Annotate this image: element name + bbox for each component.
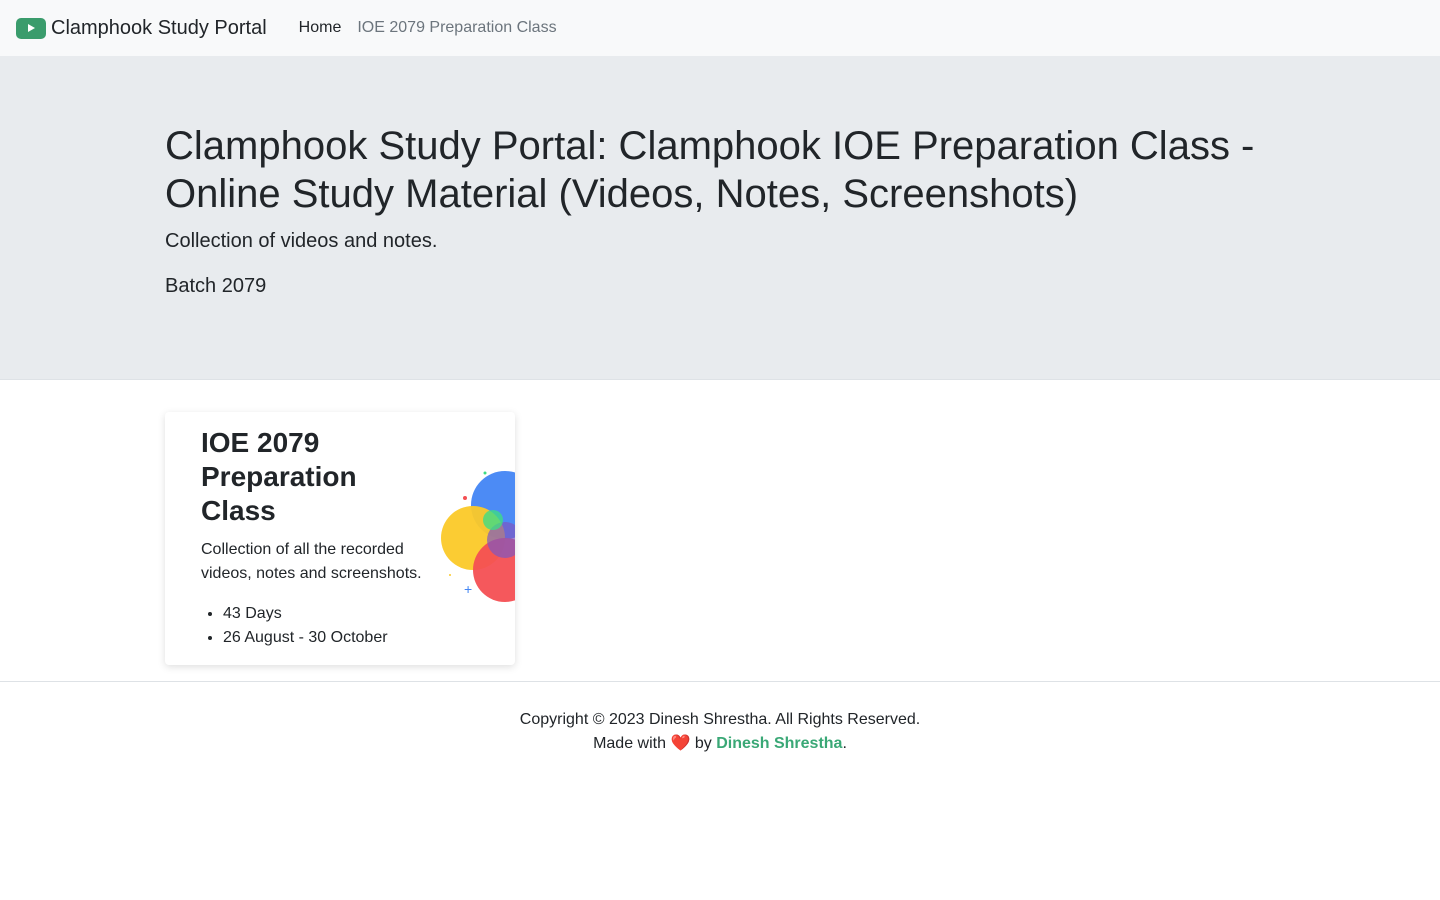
made-with-line: Made with ❤️ by Dinesh Shrestha. xyxy=(0,732,1440,756)
brand-link[interactable]: Clamphook Study Portal xyxy=(16,17,267,40)
card-title: IOE 2079 Preparation Class xyxy=(201,427,357,526)
hero-subtitle: Collection of videos and notes. xyxy=(165,230,438,252)
by-text: by xyxy=(694,735,712,752)
main-content: IOE 2079 Preparation Class Collection of… xyxy=(0,380,1440,665)
list-item: 43 Days xyxy=(223,602,431,626)
decorative-circles-illustration: + xyxy=(441,471,515,602)
nav-link-home[interactable]: Home xyxy=(291,19,350,37)
hero-section: Clamphook Study Portal: Clamphook IOE Pr… xyxy=(0,56,1440,380)
page-title: Clamphook Study Portal: Clamphook IOE Pr… xyxy=(165,124,1255,216)
svg-text:+: + xyxy=(464,581,472,597)
card-details-list: 43 Days 26 August - 30 October xyxy=(201,602,431,650)
footer-suffix: . xyxy=(842,735,847,752)
card-body: IOE 2079 Preparation Class Collection of… xyxy=(201,426,431,650)
list-item: 26 August - 30 October xyxy=(223,626,431,650)
course-card[interactable]: IOE 2079 Preparation Class Collection of… xyxy=(165,412,515,665)
navbar: Clamphook Study Portal Home IOE 2079 Pre… xyxy=(0,0,1440,56)
nav-links: Home IOE 2079 Preparation Class xyxy=(291,19,565,37)
nav-link-ioe-2079[interactable]: IOE 2079 Preparation Class xyxy=(349,19,564,37)
card-description: Collection of all the recorded videos, n… xyxy=(201,541,422,582)
youtube-play-icon xyxy=(16,17,46,39)
hero-batch: Batch 2079 xyxy=(165,275,267,297)
author-link[interactable]: Dinesh Shrestha xyxy=(716,735,842,752)
brand-name: Clamphook Study Portal xyxy=(51,16,267,39)
made-with-prefix: Made with xyxy=(593,735,666,752)
copyright-text: Copyright © 2023 Dinesh Shrestha. All Ri… xyxy=(519,711,921,728)
heart-icon: ❤️ xyxy=(670,735,691,752)
footer: Copyright © 2023 Dinesh Shrestha. All Ri… xyxy=(0,681,1440,756)
